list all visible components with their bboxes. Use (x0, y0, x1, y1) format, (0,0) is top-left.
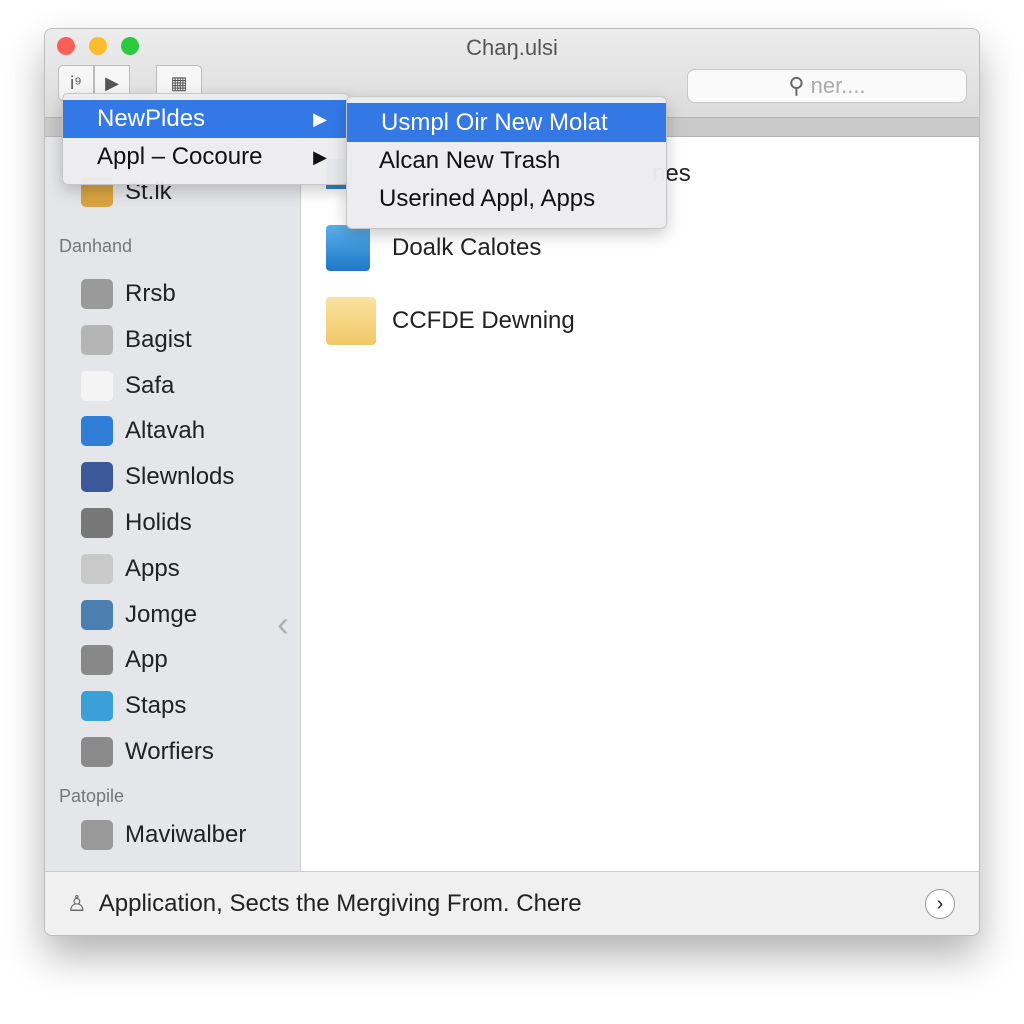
sidebar-item-bagist[interactable]: Bagist (81, 323, 192, 357)
status-text: Application, Sects the Mergiving From. C… (98, 889, 582, 917)
sidebar-item-label: App (125, 646, 168, 674)
phone-icon (81, 599, 113, 630)
sidebar-item-maviwalber[interactable]: Maviwalber (81, 818, 246, 852)
sidebar-item-label: Jomge (125, 600, 198, 628)
sidebar-item-apps[interactable]: Apps (81, 552, 180, 586)
menu-item-label: Usmpl Oir New Molat (381, 108, 608, 136)
globe-icon (81, 737, 113, 767)
file-name: Doalk Calotes (392, 234, 542, 261)
sidebar-item-rrsb[interactable]: Rrsb (81, 277, 176, 311)
sidebar-item-label: Altavah (125, 417, 206, 445)
sidebar-item-safa[interactable]: Safa (81, 369, 174, 403)
user-icon: ♙ (67, 890, 87, 916)
drive-icon (81, 279, 113, 309)
briefcase-icon (81, 820, 113, 850)
play-icon: ▶ (105, 72, 119, 93)
facebook-icon (81, 462, 113, 493)
sidebar-section-header: Danhand (59, 236, 133, 256)
info-icon: i⁹ (70, 72, 82, 93)
window-title: Chaŋ.ulsi (466, 35, 558, 60)
sidebar-item-worfiers[interactable]: Worfiers (81, 735, 214, 769)
sidebar-item-jomge[interactable]: Jomge (81, 598, 197, 632)
file-item[interactable]: CCFDE Dewning (326, 297, 575, 345)
sidebar-item-label: Worfiers (125, 738, 214, 765)
status-bar: ♙ Application, Sects the Mergiving From.… (45, 871, 979, 935)
submenu: Usmpl Oir New Molat Alcan New Trash User… (346, 96, 667, 229)
sidebar-item-label: Holids (125, 509, 192, 536)
sidebar-item-label: Bagist (125, 325, 192, 353)
sidebar-item-holids[interactable]: Holids (81, 506, 192, 540)
sidebar-item-staps[interactable]: Staps (81, 689, 186, 723)
document-app-icon (326, 225, 370, 271)
sidebar-item-app[interactable]: App (81, 643, 168, 677)
search-icon: ⚲ (788, 73, 811, 98)
sidebar-item-label: Maviwalber (125, 821, 247, 848)
sidebar-section-header: Patopile (59, 786, 125, 806)
file-name: CCFDE Dewning (392, 307, 575, 334)
submenu-arrow-icon: ▶ (313, 146, 327, 167)
search-placeholder: ner.... (810, 73, 866, 98)
sidebar: St.lk Danhand Rrsb Bagist Safa Altavah Slewn… (45, 137, 301, 873)
folder-icon (326, 297, 376, 345)
submenu-item[interactable]: Usmpl Oir New Molat (347, 103, 666, 142)
menu-item-label: Userined Appl, Apps (379, 185, 596, 212)
app-store-icon (81, 416, 113, 447)
sidebar-item-label: Apps (125, 554, 180, 582)
menu-item-label: Alcan New Trash (379, 147, 561, 174)
menu-item-label: Appl – Cocoure (97, 143, 263, 170)
menu-item-newpldes[interactable]: NewPldes ▶ (63, 100, 349, 138)
submenu-item[interactable]: Alcan New Trash (347, 142, 666, 180)
file-item[interactable]: Doalk Calotes (326, 225, 541, 271)
menu-item-label: NewPldes (97, 105, 206, 132)
sidebar-item-label: Slewnlods (125, 463, 235, 491)
context-menu: NewPldes ▶ Appl – Cocoure ▶ (62, 93, 350, 185)
submenu-arrow-icon: ▶ (313, 108, 327, 129)
chevron-right-icon[interactable]: › (925, 888, 955, 919)
camera-icon (81, 645, 113, 676)
safari-icon (81, 691, 113, 722)
submenu-item[interactable]: Userined Appl, Apps (347, 180, 666, 218)
file-list: nes Doalk Calotes CCFDE Dewning (302, 137, 979, 873)
disk-icon (81, 324, 113, 355)
sidebar-item-label: Staps (125, 692, 187, 720)
collapse-sidebar-icon[interactable]: ‹ (277, 603, 289, 645)
sidebar-item-slewnlods[interactable]: Slewnlods (81, 460, 234, 494)
sidebar-item-label: Rrsb (125, 280, 176, 307)
sidebar-item-altavah[interactable]: Altavah (81, 414, 205, 448)
sidebar-item-label: Safa (125, 371, 175, 399)
calendar-icon: ▦ (170, 72, 188, 93)
keyboard-icon (81, 508, 113, 538)
search-field[interactable]: ⚲ ner.... (687, 69, 967, 103)
document-icon (81, 370, 113, 401)
compass-icon (81, 553, 113, 584)
menu-item-appl-cocoure[interactable]: Appl – Cocoure ▶ (63, 138, 349, 176)
